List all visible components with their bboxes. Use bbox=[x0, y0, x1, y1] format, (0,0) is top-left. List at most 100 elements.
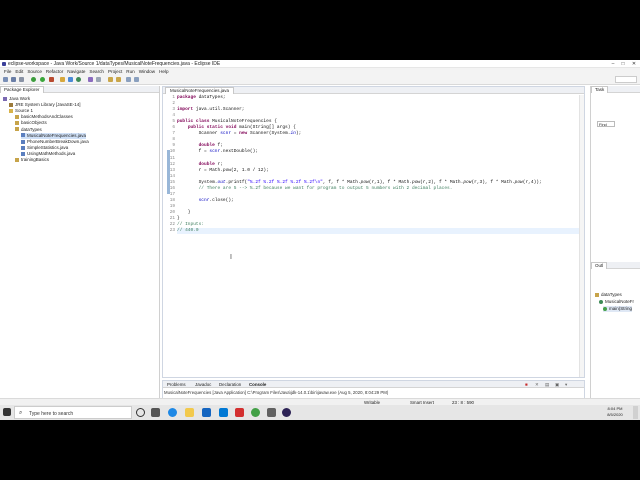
tab-console[interactable]: Console bbox=[249, 382, 266, 387]
tree-item[interactable]: JRE System Library [JavaSE-14] bbox=[9, 102, 81, 108]
mouse-cursor-icon: I bbox=[230, 254, 232, 261]
mail-icon[interactable] bbox=[202, 408, 211, 417]
tree-item[interactable]: Source 1 bbox=[9, 108, 33, 114]
minimize-button[interactable]: – bbox=[608, 60, 618, 68]
back-icon[interactable] bbox=[126, 77, 131, 82]
code-line[interactable]: r = Math.pow(2, 1.0 / 12); bbox=[177, 168, 269, 173]
file-explorer-icon[interactable] bbox=[185, 408, 194, 417]
code-line[interactable]: // There are 5 --> %.2f because we want … bbox=[177, 186, 453, 191]
menu-refactor[interactable]: Refactor bbox=[46, 68, 63, 75]
search-icon[interactable] bbox=[96, 77, 101, 82]
tab-problems[interactable]: Problems bbox=[167, 382, 186, 387]
windows-taskbar: ⌕ Type here to search 8:04 PM 8/5/2020 bbox=[0, 405, 640, 420]
menu-project[interactable]: Project bbox=[108, 68, 122, 75]
window-title: eclipse-workspace - Java Work/Source 1/d… bbox=[8, 61, 221, 67]
code-line[interactable]: f = scnr.nextDouble(); bbox=[177, 149, 258, 154]
tree-item[interactable]: Java Work bbox=[3, 96, 30, 102]
tab-javadoc[interactable]: Javadoc bbox=[195, 382, 211, 387]
tab-musicalnotefrequencies[interactable]: MusicalNoteFrequencies.java bbox=[165, 87, 235, 94]
forward-icon[interactable] bbox=[134, 77, 139, 82]
office-icon[interactable] bbox=[235, 408, 244, 417]
taskbar-clock[interactable]: 8:04 PM 8/5/2020 bbox=[600, 406, 630, 418]
code-line[interactable]: double f; bbox=[177, 143, 223, 148]
outline-item-main[interactable]: main(String bbox=[603, 306, 633, 312]
code-line[interactable]: public class MusicalNoteFrequencies { bbox=[177, 119, 277, 124]
show-desktop-button[interactable] bbox=[633, 406, 638, 419]
tree-item[interactable]: basicObjects bbox=[15, 120, 47, 126]
maximize-button[interactable]: □ bbox=[618, 60, 628, 68]
new-class-icon[interactable] bbox=[76, 77, 81, 82]
debug-icon[interactable] bbox=[31, 77, 36, 82]
save-all-icon[interactable] bbox=[19, 77, 24, 82]
clear-console-icon[interactable]: ✕ bbox=[535, 382, 539, 388]
menu-search[interactable]: Search bbox=[89, 68, 104, 75]
menu-bar: File Edit Source Refactor Navigate Search Proj… bbox=[0, 68, 640, 75]
eclipse-taskbar-icon[interactable] bbox=[282, 408, 291, 417]
chrome-icon[interactable] bbox=[251, 408, 260, 417]
new-java-project-icon[interactable] bbox=[60, 77, 65, 82]
terminate-icon[interactable]: ■ bbox=[525, 382, 528, 387]
code-line[interactable]: double r; bbox=[177, 162, 223, 167]
method-icon bbox=[603, 306, 607, 311]
code-line[interactable]: public static void main(String[] args) { bbox=[177, 125, 296, 130]
run-icon[interactable] bbox=[40, 77, 45, 82]
quick-access-input[interactable] bbox=[615, 76, 637, 83]
code-line[interactable]: scnr.close(); bbox=[177, 198, 234, 203]
tree-item[interactable]: dataTypes bbox=[15, 127, 42, 133]
code-line[interactable]: // Inputs: bbox=[177, 222, 204, 227]
code-line[interactable]: System.out.printf("%.2f %.2f %.2f %.2f %… bbox=[177, 180, 542, 185]
windows-start-icon[interactable] bbox=[3, 408, 11, 416]
tab-declaration[interactable]: Declaration bbox=[219, 382, 241, 387]
line-number: 3 bbox=[172, 107, 175, 113]
java-file-icon bbox=[21, 133, 25, 138]
tree-item[interactable]: MusicalNoteFrequencies.java bbox=[21, 132, 87, 139]
tab-task-list[interactable]: Task bbox=[591, 86, 609, 93]
menu-help[interactable]: Help bbox=[159, 68, 168, 75]
tree-item[interactable]: trainingBasics bbox=[15, 157, 49, 163]
editor-vertical-scrollbar[interactable] bbox=[579, 95, 584, 377]
line-number: 1 bbox=[172, 95, 175, 100]
app-icon[interactable] bbox=[267, 408, 276, 417]
menu-window[interactable]: Window bbox=[139, 68, 155, 75]
pin-console-icon[interactable]: ▣ bbox=[555, 382, 559, 388]
code-line[interactable]: package dataTypes; bbox=[177, 95, 226, 100]
code-line[interactable]: } bbox=[177, 216, 180, 221]
code-line[interactable]: Scanner scnr = new Scanner(System.in); bbox=[177, 131, 302, 136]
menu-run[interactable]: Run bbox=[126, 68, 134, 75]
bottom-tab-bar: Problems Javadoc Declaration Console ■ ✕… bbox=[163, 381, 584, 388]
outline-item-package[interactable]: dataTypes bbox=[595, 292, 622, 298]
menu-edit[interactable]: Edit bbox=[15, 68, 23, 75]
close-button[interactable]: ✕ bbox=[629, 60, 639, 68]
store-icon[interactable] bbox=[219, 408, 228, 417]
tab-outline[interactable]: Outl bbox=[591, 262, 608, 269]
code-line[interactable]: // 440.0 bbox=[177, 228, 199, 233]
annotation-prev-icon[interactable] bbox=[116, 77, 121, 82]
code-line[interactable]: } bbox=[177, 210, 191, 215]
eclipse-window: eclipse-workspace - Java Work/Source 1/d… bbox=[0, 60, 640, 420]
tree-item[interactable]: SimpleStatistics.java bbox=[21, 145, 68, 151]
edge-icon[interactable] bbox=[168, 408, 177, 417]
open-type-icon[interactable] bbox=[88, 77, 93, 82]
annotation-next-icon[interactable] bbox=[108, 77, 113, 82]
new-icon[interactable] bbox=[3, 77, 8, 82]
new-package-icon[interactable] bbox=[68, 77, 73, 82]
tree-item[interactable]: basicMethodsAndClasses bbox=[15, 114, 73, 120]
outline-item-class[interactable]: MusicalNoteFr bbox=[599, 299, 634, 305]
open-console-icon[interactable]: ▾ bbox=[565, 382, 567, 388]
task-view-icon[interactable] bbox=[151, 408, 160, 417]
line-number: 6 bbox=[172, 125, 175, 131]
menu-source[interactable]: Source bbox=[27, 68, 42, 75]
menu-file[interactable]: File bbox=[4, 68, 11, 75]
scroll-lock-icon[interactable]: ▤ bbox=[545, 382, 549, 388]
tree-item[interactable]: UsingMathMethods.java bbox=[21, 151, 75, 157]
save-icon[interactable] bbox=[11, 77, 16, 82]
taskbar-search-input[interactable]: ⌕ Type here to search bbox=[14, 406, 132, 419]
task-find-input[interactable]: Find bbox=[597, 121, 615, 127]
tree-item-label: trainingBasics bbox=[21, 157, 50, 162]
cortana-icon[interactable] bbox=[136, 408, 145, 417]
code-line[interactable]: import java.util.Scanner; bbox=[177, 107, 245, 112]
external-tools-icon[interactable] bbox=[49, 77, 54, 82]
menu-navigate[interactable]: Navigate bbox=[67, 68, 85, 75]
tab-package-explorer[interactable]: Package Explorer bbox=[0, 86, 44, 93]
tree-item[interactable]: PhoneNumberBreakDown.java bbox=[21, 139, 89, 145]
